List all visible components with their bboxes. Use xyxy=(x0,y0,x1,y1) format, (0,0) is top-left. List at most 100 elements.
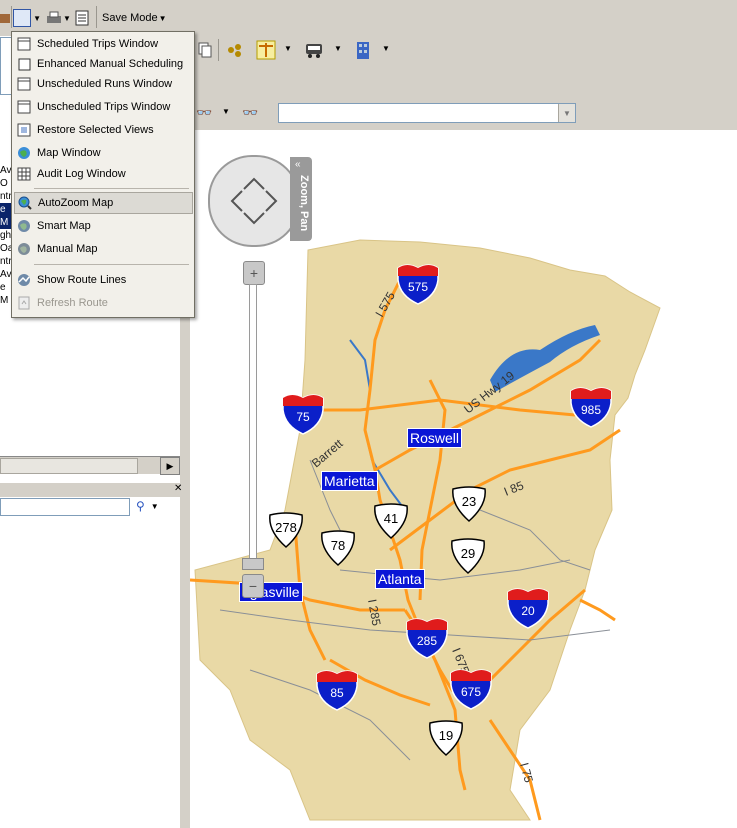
cluster-icon[interactable] xyxy=(226,41,244,59)
report-button[interactable] xyxy=(75,8,93,28)
close-icon[interactable]: ✕ xyxy=(174,483,182,494)
city-label-atlanta[interactable]: Atlanta xyxy=(375,569,425,589)
shield-label: 985 xyxy=(580,403,602,417)
vehicle-icon[interactable] xyxy=(304,40,324,60)
zoom-in-button[interactable]: + xyxy=(243,261,265,285)
window-icon xyxy=(16,36,32,52)
toolbar-cut-icon[interactable] xyxy=(0,8,10,28)
dropdown-arrow-icon: ▼ xyxy=(33,13,41,23)
dropdown-arrow-icon: ▼ xyxy=(63,13,71,23)
combo-arrow-icon[interactable]: ▼ xyxy=(558,104,575,122)
us-route-shield-29: 29 xyxy=(448,537,488,575)
globe-icon xyxy=(16,145,32,161)
route-lines-icon xyxy=(16,272,32,288)
print-button[interactable]: ▼ xyxy=(45,8,71,28)
menu-item-unscheduled-runs[interactable]: Unscheduled Runs Window xyxy=(14,74,191,94)
document-icon xyxy=(75,10,89,26)
interstate-shield-85: 85 xyxy=(315,668,359,712)
minus-icon: − xyxy=(248,578,258,594)
menu-item-manual-map[interactable]: Manual Map xyxy=(14,239,191,259)
grid-icon xyxy=(16,166,32,182)
zoom-pan-label: Zoom, Pan xyxy=(298,175,310,232)
menu-item-label: Unscheduled Runs Window xyxy=(37,78,173,90)
menu-item-label: Enhanced Manual Scheduling xyxy=(37,58,184,70)
view-dropdown-menu: Scheduled Trips Window Enhanced Manual S… xyxy=(11,31,195,318)
interstate-shield-675: 675 xyxy=(449,667,493,711)
menu-item-scheduled-trips[interactable]: Scheduled Trips Window xyxy=(14,34,191,54)
shield-label: 78 xyxy=(330,538,346,553)
toolbar-separator xyxy=(11,6,12,28)
plus-icon: + xyxy=(249,265,259,281)
restore-icon xyxy=(16,122,32,138)
road-label-i75: I 75 xyxy=(517,761,536,784)
scroll-right-button[interactable]: ▶ xyxy=(160,457,180,475)
city-label-roswell[interactable]: Roswell xyxy=(407,428,463,448)
menu-item-smart-map[interactable]: Smart Map xyxy=(14,216,191,236)
menu-item-enhanced-manual-scheduling[interactable]: Enhanced Manual Scheduling xyxy=(14,54,191,74)
pan-dial[interactable] xyxy=(208,155,300,247)
shield-label: 675 xyxy=(460,685,482,699)
save-mode-label: Save Mode xyxy=(102,12,158,24)
refresh-icon xyxy=(16,295,32,311)
arrow-right-icon: ▶ xyxy=(166,460,174,471)
menu-item-show-route-lines[interactable]: Show Route Lines xyxy=(14,270,191,290)
menu-item-label: Show Route Lines xyxy=(37,274,127,286)
menu-item-autozoom-map[interactable]: AutoZoom Map xyxy=(14,192,193,214)
zoom-out-button[interactable]: − xyxy=(242,574,264,598)
menu-item-label: Audit Log Window xyxy=(37,168,126,180)
dropdown-arrow-icon[interactable]: ▼ xyxy=(334,44,342,53)
map-canvas[interactable]: I 575 US Hwy 19 Barrett I 85 I 285 I 675… xyxy=(190,130,737,828)
menu-item-restore-selected-views[interactable]: Restore Selected Views xyxy=(14,120,191,140)
route-tool-icon[interactable] xyxy=(256,40,276,60)
collapse-icon: « xyxy=(295,159,301,170)
menu-item-label: Refresh Route xyxy=(37,297,108,309)
copy-icon[interactable] xyxy=(198,42,212,58)
toolbar-row-3 xyxy=(190,64,737,97)
printer-icon xyxy=(47,11,61,23)
binoculars-icon[interactable]: 👓 xyxy=(196,105,212,121)
search-input[interactable] xyxy=(0,498,130,516)
window-icon xyxy=(16,99,32,115)
smart-map-icon xyxy=(16,218,32,234)
us-route-shield-19: 19 xyxy=(426,719,466,757)
menu-item-map-window[interactable]: Map Window xyxy=(14,143,191,163)
interstate-shield-575: 575 xyxy=(396,262,440,306)
city-label-marietta[interactable]: Marietta xyxy=(321,471,378,491)
lower-panel-header: ✕ xyxy=(0,483,186,497)
window-icon xyxy=(16,76,32,92)
menu-item-audit-log-window[interactable]: Audit Log Window xyxy=(14,164,191,184)
shield-label: 285 xyxy=(416,634,438,648)
find-combo[interactable]: ▼ xyxy=(278,103,576,123)
us-route-shield-41: 41 xyxy=(371,502,411,540)
shield-label: 23 xyxy=(461,494,477,509)
zoom-slider-thumb[interactable] xyxy=(242,558,264,570)
zoom-slider-track[interactable] xyxy=(249,284,257,566)
shield-label: 278 xyxy=(275,520,297,535)
view-menu-button[interactable]: ▼ xyxy=(13,8,41,28)
shield-label: 575 xyxy=(407,280,429,294)
us-route-shield-23: 23 xyxy=(449,485,489,523)
dropdown-arrow-icon[interactable]: ▼ xyxy=(222,107,230,116)
dropdown-arrow-icon[interactable]: ▼ xyxy=(382,44,390,53)
dropdown-arrow-icon[interactable]: ▼ xyxy=(284,44,292,53)
save-mode-button[interactable]: Save Mode ▼ xyxy=(102,8,167,28)
menu-item-unscheduled-trips[interactable]: Unscheduled Trips Window xyxy=(14,97,191,117)
menu-item-refresh-route: Refresh Route xyxy=(14,293,191,313)
dropdown-arrow-icon[interactable]: ▼ xyxy=(151,502,159,511)
interstate-shield-75: 75 xyxy=(281,392,325,436)
menu-separator xyxy=(34,264,189,265)
search-icon[interactable]: ⚲ xyxy=(136,499,145,513)
search-controls: ⚲ ▼ xyxy=(136,498,176,514)
menu-item-label: Restore Selected Views xyxy=(37,124,154,136)
building-icon[interactable] xyxy=(354,39,374,61)
interstate-shield-985: 985 xyxy=(569,385,613,429)
shield-label: 20 xyxy=(521,604,535,618)
horizontal-scrollbar[interactable]: ▶ xyxy=(0,456,180,475)
scrollbar-thumb[interactable] xyxy=(0,458,138,474)
dropdown-arrow-icon: ▼ xyxy=(158,13,167,23)
menu-item-label: Unscheduled Trips Window xyxy=(37,101,171,113)
shield-label: 85 xyxy=(330,686,344,700)
zoom-pan-tab[interactable]: « Zoom, Pan xyxy=(290,157,312,241)
binoculars-disabled-icon: 👓 xyxy=(242,105,259,120)
shield-label: 75 xyxy=(296,410,310,424)
